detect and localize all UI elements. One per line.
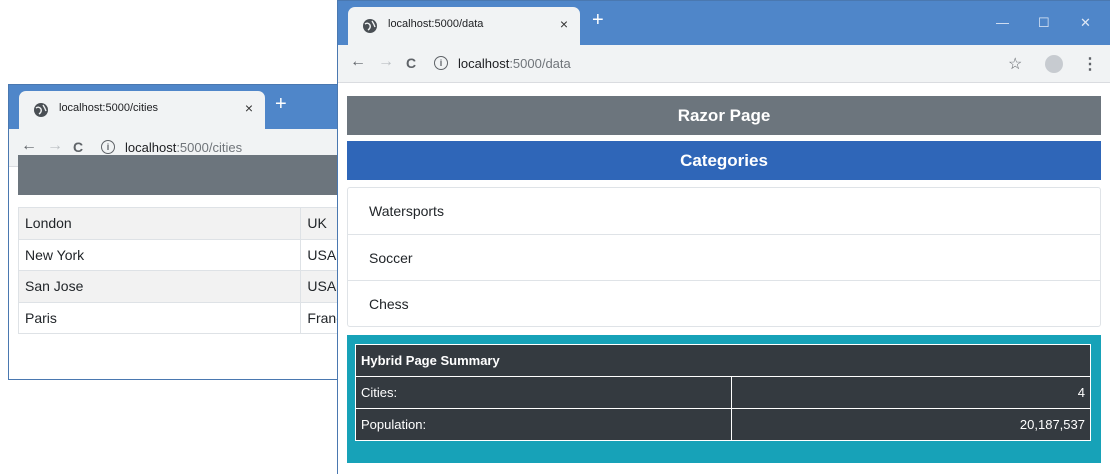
info-icon[interactable]: i (434, 56, 448, 70)
category-item: Soccer (348, 234, 1100, 280)
close-window-icon[interactable]: ✕ (1080, 15, 1091, 31)
forward-arrow-icon[interactable]: → (378, 53, 394, 71)
city-name: London (17, 207, 302, 240)
url-host: localhost (458, 56, 510, 71)
tab-title: localhost:5000/cities (59, 102, 159, 114)
reload-icon[interactable]: C (73, 139, 83, 155)
table-row: London UK (17, 207, 347, 240)
table-row: Population: 20,187,537 (355, 408, 1091, 441)
new-tab-button[interactable]: + (275, 94, 287, 114)
category-item: Chess (348, 280, 1100, 326)
city-name: Paris (17, 301, 302, 334)
info-icon[interactable]: i (101, 140, 115, 154)
url-host: localhost (125, 140, 177, 155)
url-path: :5000/cities (176, 140, 243, 155)
title-bar: localhost:5000/cities × + (9, 85, 347, 129)
back-arrow-icon[interactable]: ← (21, 137, 37, 155)
summary-panel: Hybrid Page Summary Cities: 4 Population… (347, 335, 1101, 463)
summary-value: 20,187,537 (731, 408, 1091, 441)
reload-icon[interactable]: C (406, 55, 416, 71)
tab-title: localhost:5000/data (388, 18, 484, 30)
summary-label: Population: (355, 408, 732, 441)
summary-value: 4 (731, 376, 1091, 409)
table-row: New York USA (17, 238, 347, 271)
summary-label: Cities: (355, 376, 732, 409)
minimize-icon[interactable]: — (996, 15, 1009, 30)
title-bar: localhost:5000/data × + — ☐ ✕ (338, 1, 1110, 45)
table-row: San Jose USA (17, 270, 347, 303)
cities-table: London UK New York USA San Jose USA Paris Fr… (17, 207, 347, 334)
cities-browser-window: localhost:5000/cities × + ← → C i localh… (8, 84, 348, 380)
categories-heading: Categories (347, 141, 1101, 180)
table-row: Cities: 4 (355, 376, 1091, 409)
menu-icon[interactable]: ⋮ (1082, 54, 1098, 74)
table-row: Paris France (17, 301, 347, 334)
close-tab-icon[interactable]: × (560, 16, 568, 32)
summary-table: Hybrid Page Summary Cities: 4 Population… (355, 344, 1091, 441)
tab-data[interactable]: localhost:5000/data × (348, 7, 580, 45)
back-arrow-icon[interactable]: ← (350, 53, 366, 71)
address-bar[interactable]: i localhost:5000/data (434, 51, 974, 77)
categories-list: Watersports Soccer Chess (347, 187, 1101, 327)
category-item: Watersports (369, 203, 444, 219)
forward-arrow-icon[interactable]: → (47, 137, 63, 155)
tab-cities[interactable]: localhost:5000/cities × (19, 91, 265, 129)
city-name: New York (17, 238, 302, 271)
maximize-icon[interactable]: ☐ (1038, 15, 1050, 31)
profile-avatar-icon[interactable] (1045, 55, 1063, 73)
page-header-bar (18, 155, 347, 195)
globe-icon (34, 103, 48, 117)
page-title: Razor Page (347, 96, 1101, 135)
summary-title: Hybrid Page Summary (355, 344, 1091, 377)
url-text: localhost:5000/data (458, 56, 571, 71)
globe-icon (363, 19, 377, 33)
data-browser-window: localhost:5000/data × + — ☐ ✕ ← → C i lo… (337, 0, 1110, 474)
city-name: San Jose (17, 270, 302, 303)
browser-toolbar: ← → C i localhost:5000/data ☆ ⋮ (338, 45, 1110, 83)
bookmark-star-icon[interactable]: ☆ (1008, 54, 1022, 74)
url-text: localhost:5000/cities (125, 140, 242, 155)
new-tab-button[interactable]: + (592, 10, 604, 30)
close-tab-icon[interactable]: × (245, 100, 253, 116)
url-path: :5000/data (509, 56, 571, 71)
